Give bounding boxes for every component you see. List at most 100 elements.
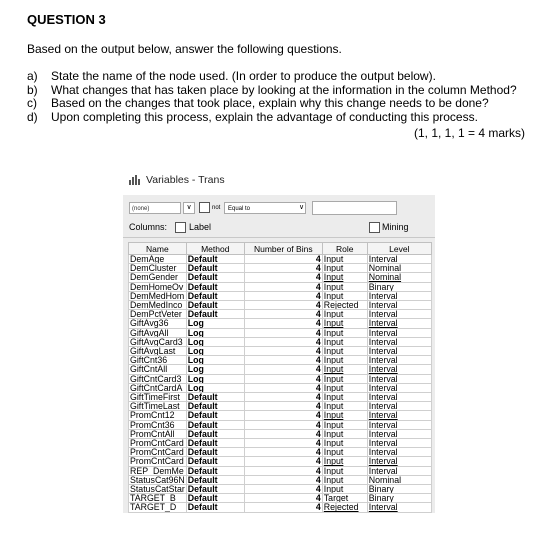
table-row[interactable]: PromCntCard Default 4 Input Interval [128,456,432,467]
cell-level: Interval [366,373,432,384]
cell-level: Interval [366,253,432,265]
cell-role: Input [321,373,368,384]
table-row[interactable]: GiftTimeFirst Default 4 Input Interval [128,392,432,403]
table-row[interactable]: PromCntAll Default 4 Input Interval [128,428,432,440]
table-row[interactable]: REP_DemMe Default 4 Input Interval [128,465,432,476]
header-name[interactable]: Name [128,242,187,255]
header-role[interactable]: Role [321,242,368,255]
cell-method: Default [185,438,245,449]
cell-role: Rejected [321,502,368,513]
table-row[interactable]: TARGET_B Default 4 Target Binary [128,493,432,504]
table-row[interactable]: GiftTimeLast Default 4 Input Interval [128,401,432,412]
cell-bins: 4 [243,484,323,495]
table-row[interactable]: DemHomeOv Default 4 Input Binary [128,281,432,292]
table-row[interactable]: PromCnt36 Default 4 Input Interval [128,419,432,430]
variables-window: Variables - Trans (none) ∨ not Equal to … [123,168,435,513]
cell-level: Binary [366,281,432,292]
cell-level: Interval [366,336,432,348]
divider [123,237,435,238]
cell-name: GiftCntAll [128,364,187,375]
not-checkbox[interactable] [199,202,210,213]
cell-bins: 4 [243,318,323,329]
chevron-down-icon[interactable]: ∨ [183,202,195,214]
table-row[interactable]: DemCluster Default 4 Input Nominal [128,263,432,274]
cell-method: Default [185,474,245,486]
chevron-down-icon[interactable]: ∨ [299,203,304,213]
table-row[interactable]: TARGET_D Default 4 Rejected Interval [128,502,432,513]
cell-level: Binary [366,484,432,495]
cell-method: Default [185,253,245,265]
cell-method: Default [185,410,245,421]
cell-bins: 4 [243,419,323,430]
columns-label: Columns: [129,222,168,232]
cell-level: Interval [366,401,432,412]
label-checkbox[interactable] [175,222,186,233]
question-item-a: a) State the name of the node used. (In o… [27,69,517,84]
table-row[interactable]: GiftCntCardA Log 4 Input Interval [128,382,432,394]
table-row[interactable]: GiftAvg36 Log 4 Input Interval [128,318,432,329]
cell-bins: 4 [243,346,323,357]
cell-name: PromCntCard [128,447,187,458]
table-row[interactable]: DemAge Default 4 Input Interval [128,253,432,265]
cell-level: Interval [366,447,432,458]
cell-role: Input [321,253,368,265]
table-row[interactable]: PromCntCard Default 4 Input Interval [128,447,432,458]
table-row[interactable]: StatusCatStar Default 4 Input Binary [128,484,432,495]
cell-name: StatusCat96N [128,474,187,486]
cell-name: StatusCatStar [128,484,187,495]
cell-level: Interval [366,456,432,467]
cell-method: Default [185,484,245,495]
table-row[interactable]: GiftCntAll Log 4 Input Interval [128,364,432,375]
question-intro: Based on the output below, answer the fo… [27,42,342,56]
question-list: a) State the name of the node used. (In o… [27,69,517,125]
cell-method: Log [185,346,245,357]
cell-method: Log [185,373,245,384]
mining-checkbox[interactable] [369,222,380,233]
cell-method: Log [185,336,245,348]
cell-level: Interval [366,318,432,329]
cell-level: Interval [366,309,432,320]
cell-role: Input [321,428,368,440]
item-text: Upon completing this process, explain th… [51,109,478,124]
table-row[interactable]: GiftCntCard3 Log 4 Input Interval [128,373,432,384]
cell-method: Default [185,309,245,320]
cell-role: Input [321,484,368,495]
table-row[interactable]: GiftAvgCard3 Log 4 Input Interval [128,336,432,348]
cell-bins: 4 [243,474,323,486]
header-method[interactable]: Method [185,242,245,255]
item-letter: b) [27,82,38,97]
table-row[interactable]: GiftAvgAll Log 4 Input Interval [128,327,432,338]
table-row[interactable]: DemMedInco Default 4 Rejected Interval [128,300,432,311]
cell-level: Interval [366,355,432,366]
header-number-of-bins[interactable]: Number of Bins [243,242,323,255]
table-row[interactable]: PromCntCard Default 4 Input Interval [128,438,432,449]
cell-level: Interval [366,438,432,449]
cell-name: GiftAvg36 [128,318,187,329]
cell-level: Interval [366,419,432,430]
cell-level: Interval [366,364,432,375]
filter-operator-select[interactable]: Equal to [224,202,306,214]
table-row[interactable]: StatusCat96N Default 4 Input Nominal [128,474,432,486]
table-row[interactable]: DemGender Default 4 Input Nominal [128,272,432,283]
header-level[interactable]: Level [366,242,432,255]
item-text: State the name of the node used. (In ord… [51,69,436,83]
cell-bins: 4 [243,392,323,403]
table-row[interactable]: GiftAvgLast Log 4 Input Interval [128,346,432,357]
cell-level: Interval [366,290,432,302]
filter-column-select[interactable]: (none) [129,202,181,214]
cell-name: REP_DemMe [128,465,187,476]
cell-role: Input [321,272,368,283]
question-item-d: d) Upon completing this process, explain … [27,109,517,125]
table-row[interactable]: DemMedHom Default 4 Input Interval [128,290,432,302]
cell-method: Default [185,300,245,311]
table-row[interactable]: PromCnt12 Default 4 Input Interval [128,410,432,421]
table-row[interactable]: GiftCnt36 Log 4 Input Interval [128,355,432,366]
cell-method: Default [185,401,245,412]
cell-bins: 4 [243,290,323,302]
table-row[interactable]: DemPctVeter Default 4 Input Interval [128,309,432,320]
cell-level: Interval [366,327,432,338]
filter-value-input[interactable] [312,201,397,215]
cell-role: Input [321,327,368,338]
cell-bins: 4 [243,327,323,338]
cell-method: Log [185,355,245,366]
